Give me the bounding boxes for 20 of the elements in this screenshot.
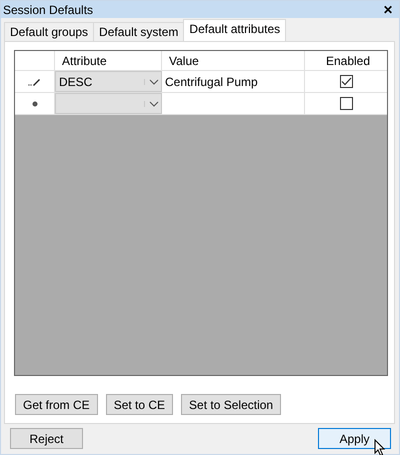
enabled-checkbox[interactable] xyxy=(340,75,352,88)
dialog-button[interactable]: Reject xyxy=(10,428,83,449)
chevron-down-icon xyxy=(144,100,159,106)
tab[interactable]: Default system xyxy=(93,22,184,41)
column-header: Value xyxy=(162,51,305,70)
value-cell[interactable]: Centrifugal Pump xyxy=(162,71,305,92)
attribute-dropdown[interactable]: DESC xyxy=(55,71,162,92)
tab[interactable]: Default groups xyxy=(4,22,94,41)
mouse-pointer-icon xyxy=(374,439,386,455)
chevron-down-icon xyxy=(144,78,159,84)
enabled-checkbox[interactable] xyxy=(340,97,352,110)
action-button[interactable]: Set to CE xyxy=(106,394,174,415)
dialog-button[interactable]: Apply xyxy=(318,428,391,449)
column-header: Enabled xyxy=(324,52,372,70)
close-button[interactable]: ✕ xyxy=(381,2,395,16)
action-button[interactable]: Get from CE xyxy=(15,394,98,415)
window-title: Session Defaults xyxy=(3,2,94,16)
tab[interactable]: Default attributes xyxy=(183,19,286,41)
action-button[interactable]: Set to Selection xyxy=(181,394,282,415)
column-header: Attribute xyxy=(55,51,162,70)
